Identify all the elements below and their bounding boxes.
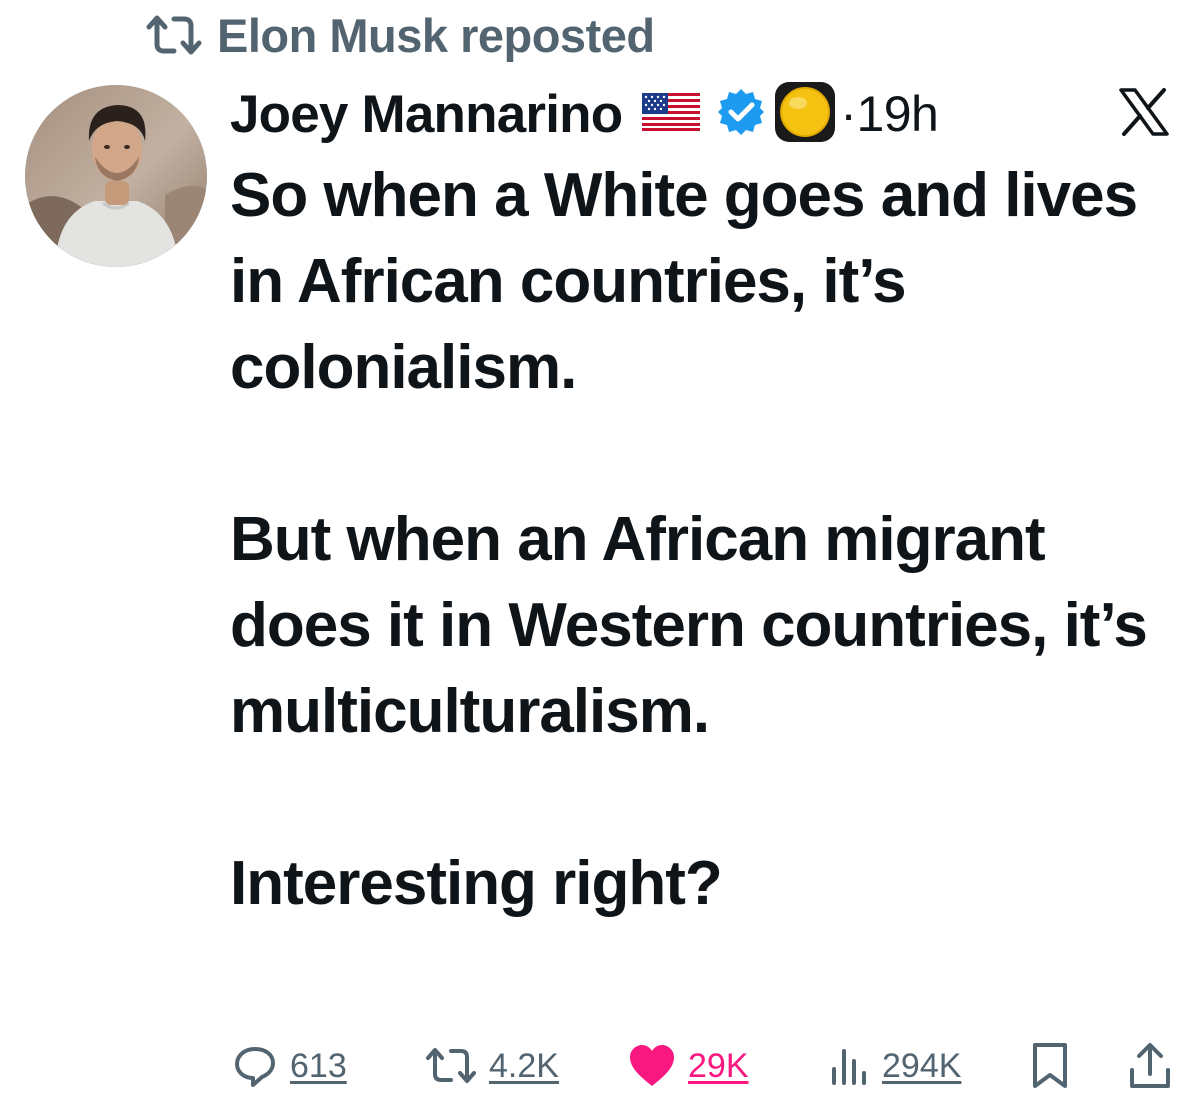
tweet-header: Joey Mannarino ·19h xyxy=(230,81,1170,148)
tweet-paragraph: Interesting right? xyxy=(230,849,723,918)
repost-label[interactable]: Elon Musk reposted xyxy=(217,8,655,63)
x-logo-icon[interactable] xyxy=(1118,88,1170,141)
yellow-circle-emoji-icon xyxy=(774,81,836,148)
views-count: 294K xyxy=(882,1046,962,1085)
views-icon xyxy=(828,1045,870,1087)
author-name[interactable]: Joey Mannarino xyxy=(230,84,623,145)
reply-icon xyxy=(232,1043,278,1089)
retweet-icon xyxy=(425,1046,477,1086)
tweet-paragraph: But when an African migrant does it in W… xyxy=(230,505,1148,746)
repost-header[interactable]: Elon Musk reposted xyxy=(145,6,655,64)
bookmark-icon[interactable] xyxy=(1030,1042,1070,1095)
like-button[interactable]: 29K xyxy=(628,1038,749,1094)
share-icon[interactable] xyxy=(1128,1042,1172,1095)
time[interactable]: 19h xyxy=(856,86,938,142)
avatar[interactable] xyxy=(25,85,207,267)
repost-icon xyxy=(145,13,203,57)
views-button[interactable]: 294K xyxy=(828,1038,961,1094)
retweet-button[interactable]: 4.2K xyxy=(425,1038,559,1094)
like-count: 29K xyxy=(688,1046,749,1085)
reply-button[interactable]: 613 xyxy=(232,1038,347,1094)
tweet-paragraph: So when a White goes and lives in Africa… xyxy=(230,161,1138,402)
heart-icon xyxy=(628,1044,676,1088)
reply-count: 613 xyxy=(290,1046,347,1085)
tweet-text: So when a White goes and lives in Africa… xyxy=(230,153,1170,927)
us-flag-icon xyxy=(642,92,701,136)
separator: · xyxy=(840,86,857,142)
timestamp[interactable]: ·19h xyxy=(840,85,939,143)
action-bar: 613 4.2K 29K 294K xyxy=(230,1038,1170,1094)
verified-badge-icon[interactable] xyxy=(716,87,766,142)
retweet-count: 4.2K xyxy=(489,1046,559,1085)
